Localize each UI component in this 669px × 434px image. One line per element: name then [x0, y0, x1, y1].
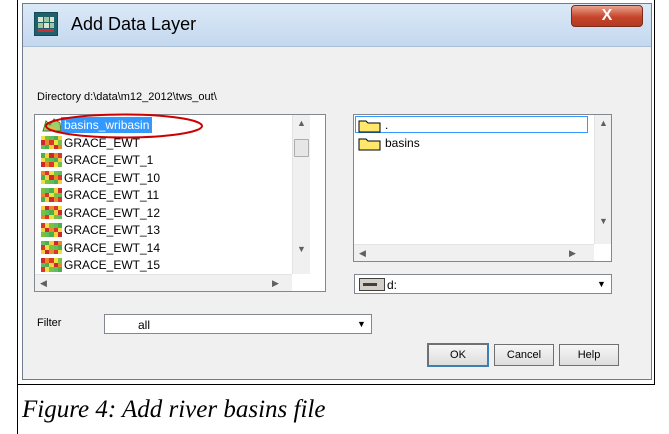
layer-list-item-label: GRACE_EWT_15	[64, 258, 161, 272]
layer-list[interactable]: GRACE_EWT_15 GRACE_EWT_14 GRACE_EWT_13 GRAC…	[34, 114, 326, 292]
app-icon	[34, 12, 58, 36]
folder-list-vertical-scrollbar[interactable]: ▲ ▼	[594, 115, 611, 244]
help-button[interactable]: Help	[559, 344, 619, 366]
document-border-left	[17, 0, 18, 434]
ok-button[interactable]: OK	[427, 343, 489, 367]
cancel-button[interactable]: Cancel	[494, 344, 554, 366]
layer-list-item-label: GRACE_EWT_13	[64, 223, 161, 237]
layer-list-item-label: GRACE_EWT_10	[64, 170, 161, 185]
layer-list-horizontal-scrollbar[interactable]: ◀ ▶	[35, 274, 292, 291]
filter-label: Filter	[37, 317, 62, 329]
layer-list-item-label: GRACE_EWT_11	[64, 188, 160, 202]
folder-item-label: .	[385, 118, 389, 132]
layer-list-item-label: GRACE_EWT_14	[64, 240, 161, 255]
figure-caption: Figure 4: Add river basins file	[22, 396, 326, 423]
folder-list[interactable]: . basins ▲ ▼ ◀ ▶	[353, 114, 612, 262]
grid-layer-icon	[41, 188, 62, 202]
window-title: Add Data Layer	[71, 14, 197, 34]
close-button[interactable]: X	[571, 5, 643, 27]
folder-icon	[358, 120, 381, 133]
drive-value: d:	[387, 278, 398, 292]
grid-layer-icon	[41, 258, 62, 272]
document-border-bottom	[17, 384, 655, 385]
grid-layer-icon	[41, 153, 62, 167]
layer-list-vertical-scrollbar[interactable]: ▲ ▼	[292, 115, 310, 274]
scroll-up-arrow-icon[interactable]: ▲	[293, 115, 310, 132]
scroll-left-arrow-icon[interactable]: ◀	[354, 245, 371, 261]
directory-label: Directory d:\data\m12_2012\tws_out\	[37, 91, 217, 103]
close-icon: X	[601, 7, 613, 24]
grid-layer-icon	[41, 205, 62, 220]
folder-focus-rectangle	[355, 116, 588, 133]
layer-list-item-label: GRACE_EWT_12	[64, 205, 161, 220]
drive-icon	[359, 278, 385, 291]
title-bar[interactable]: Add Data Layer X	[23, 4, 651, 47]
scroll-thumb[interactable]	[294, 139, 309, 157]
scroll-down-arrow-icon[interactable]: ▼	[293, 241, 310, 258]
grid-layer-icon	[41, 240, 62, 255]
filter-select[interactable]: all ▼	[104, 314, 372, 334]
document-border-right	[654, 0, 655, 384]
scroll-left-arrow-icon[interactable]: ◀	[35, 275, 52, 291]
layer-list-item-label: GRACE_EWT_1	[64, 153, 154, 167]
scroll-right-arrow-icon[interactable]: ▶	[267, 275, 284, 291]
chevron-down-icon[interactable]: ▼	[593, 276, 610, 292]
chevron-down-icon[interactable]: ▼	[353, 316, 370, 332]
folder-icon	[358, 138, 381, 151]
grid-layer-icon	[41, 170, 62, 185]
scroll-down-arrow-icon[interactable]: ▼	[595, 213, 611, 230]
scroll-right-arrow-icon[interactable]: ▶	[564, 245, 581, 261]
grid-layer-icon	[41, 135, 62, 150]
layer-list-item-label: GRACE_EWT	[64, 135, 141, 150]
layer-list-item-label: basins_wribasin	[61, 117, 153, 133]
folder-list-horizontal-scrollbar[interactable]: ◀ ▶	[354, 244, 594, 261]
filter-value: all	[138, 318, 151, 332]
grid-layer-icon	[41, 223, 62, 237]
drive-select[interactable]: d: ▼	[354, 274, 612, 294]
folder-item-label: basins	[385, 136, 420, 150]
scroll-up-arrow-icon[interactable]: ▲	[595, 115, 611, 132]
basin-shape-icon	[42, 118, 62, 132]
